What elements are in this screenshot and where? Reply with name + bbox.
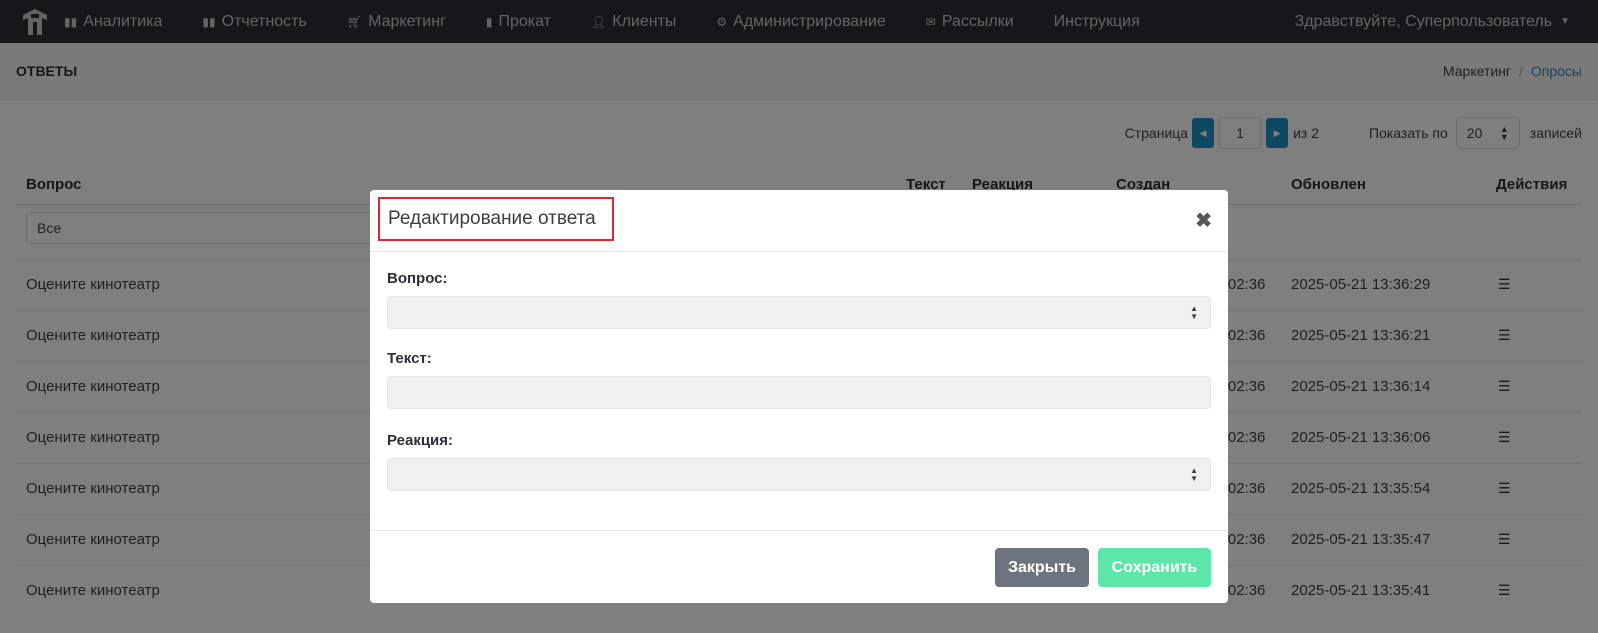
- text-input[interactable]: [387, 376, 1211, 409]
- question-label: Вопрос:: [387, 270, 448, 287]
- text-label: Текст:: [387, 350, 432, 367]
- modal-header: Редактирование ответа ✖: [370, 190, 1228, 252]
- modal-footer: Закрыть Сохранить: [370, 530, 1228, 603]
- reaction-select[interactable]: ▲ ▼: [387, 458, 1211, 491]
- sort-arrows-icon: ▲▼: [1190, 304, 1198, 321]
- save-button[interactable]: Сохранить: [1098, 548, 1211, 587]
- close-icon[interactable]: ✖: [1195, 208, 1212, 233]
- reaction-label: Реакция:: [387, 432, 454, 449]
- close-button[interactable]: Закрыть: [995, 548, 1089, 587]
- modal-title: Редактирование ответа: [378, 197, 614, 241]
- question-select[interactable]: ▲ ▼: [387, 296, 1211, 329]
- sort-arrows-icon: ▲▼: [1190, 466, 1198, 483]
- edit-answer-modal: Редактирование ответа ✖ Вопрос: ▲ ▼ Текст…: [370, 190, 1228, 603]
